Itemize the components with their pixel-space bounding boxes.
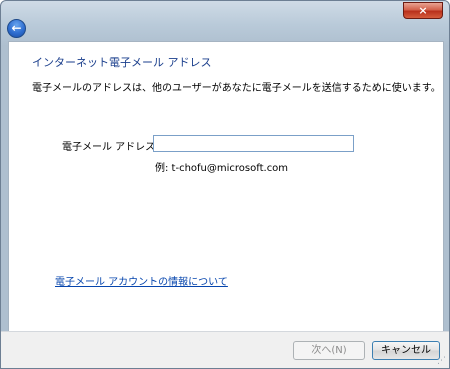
email-address-input[interactable]	[153, 135, 354, 152]
resize-grip[interactable]: ⋰	[437, 356, 447, 366]
email-account-info-link[interactable]: 電子メール アカウントの情報について	[55, 273, 228, 288]
cancel-button[interactable]: キャンセル	[372, 341, 440, 360]
page-description: 電子メールのアドレスは、他のユーザーがあなたに電子メールを送信するために使います…	[32, 83, 441, 94]
close-icon: ×	[418, 4, 428, 17]
email-example-text: 例: t-chofu@microsoft.com	[155, 163, 289, 174]
navigation-bar: ←	[1, 17, 449, 41]
wizard-content: インターネット電子メール アドレス 電子メールのアドレスは、他のユーザーがあなた…	[8, 41, 444, 333]
wizard-window: × ← インターネット電子メール アドレス 電子メールのアドレスは、他のユーザー…	[0, 0, 450, 369]
page-title: インターネット電子メール アドレス	[32, 56, 212, 69]
next-button[interactable]: 次へ(N)	[293, 341, 365, 360]
back-arrow-icon: ←	[11, 21, 22, 35]
button-bar: 次へ(N) キャンセル ⋰	[1, 331, 449, 368]
back-button[interactable]: ←	[7, 19, 26, 38]
